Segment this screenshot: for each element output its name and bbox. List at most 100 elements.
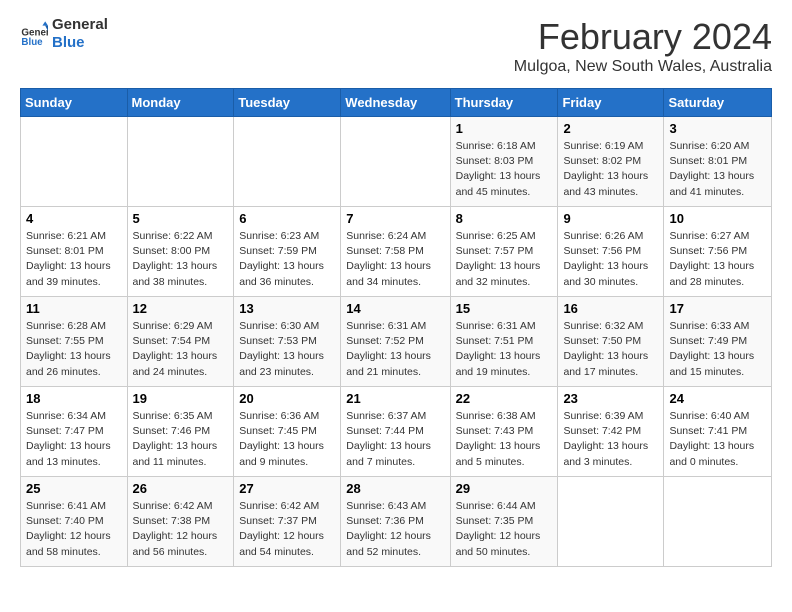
day-detail: Sunrise: 6:34 AM Sunset: 7:47 PM Dayligh…	[26, 409, 122, 470]
calendar-header-tuesday: Tuesday	[234, 89, 341, 117]
calendar-header-saturday: Saturday	[664, 89, 772, 117]
day-detail: Sunrise: 6:40 AM Sunset: 7:41 PM Dayligh…	[669, 409, 766, 470]
day-detail: Sunrise: 6:25 AM Sunset: 7:57 PM Dayligh…	[456, 229, 553, 290]
calendar-cell: 29Sunrise: 6:44 AM Sunset: 7:35 PM Dayli…	[450, 477, 558, 567]
day-detail: Sunrise: 6:36 AM Sunset: 7:45 PM Dayligh…	[239, 409, 335, 470]
day-number: 13	[239, 301, 335, 316]
calendar-header-sunday: Sunday	[21, 89, 128, 117]
day-number: 5	[133, 211, 229, 226]
calendar-header-wednesday: Wednesday	[341, 89, 450, 117]
calendar-cell: 5Sunrise: 6:22 AM Sunset: 8:00 PM Daylig…	[127, 207, 234, 297]
calendar-week-1: 1 Sunrise: 6:18 AM Sunset: 8:03 PM Daylig…	[21, 117, 772, 207]
calendar-table: SundayMondayTuesdayWednesdayThursdayFrid…	[20, 88, 772, 567]
day-number: 24	[669, 391, 766, 406]
page-title: February 2024	[514, 16, 772, 58]
day-detail: Sunrise: 6:43 AM Sunset: 7:36 PM Dayligh…	[346, 499, 444, 560]
calendar-week-2: 4 Sunrise: 6:21 AM Sunset: 8:01 PM Daylig…	[21, 207, 772, 297]
calendar-cell: 21 Sunrise: 6:37 AM Sunset: 7:44 PM Dayli…	[341, 387, 450, 477]
logo: General Blue General Blue	[20, 16, 108, 52]
calendar-cell	[664, 477, 772, 567]
day-detail: Sunrise: 6:20 AM Sunset: 8:01 PM Dayligh…	[669, 139, 766, 200]
calendar-cell: 24 Sunrise: 6:40 AM Sunset: 7:41 PM Dayli…	[664, 387, 772, 477]
calendar-cell: 22Sunrise: 6:38 AM Sunset: 7:43 PM Dayli…	[450, 387, 558, 477]
day-detail: Sunrise: 6:19 AM Sunset: 8:02 PM Dayligh…	[563, 139, 658, 200]
day-number: 16	[563, 301, 658, 316]
calendar-cell: 1 Sunrise: 6:18 AM Sunset: 8:03 PM Daylig…	[450, 117, 558, 207]
day-number: 8	[456, 211, 553, 226]
calendar-cell: 8 Sunrise: 6:25 AM Sunset: 7:57 PM Daylig…	[450, 207, 558, 297]
page-header: General Blue General Blue February 2024 …	[20, 16, 772, 76]
calendar-week-3: 11Sunrise: 6:28 AM Sunset: 7:55 PM Dayli…	[21, 297, 772, 387]
day-detail: Sunrise: 6:38 AM Sunset: 7:43 PM Dayligh…	[456, 409, 553, 470]
day-detail: Sunrise: 6:31 AM Sunset: 7:51 PM Dayligh…	[456, 319, 553, 380]
calendar-cell	[558, 477, 664, 567]
calendar-cell: 27Sunrise: 6:42 AM Sunset: 7:37 PM Dayli…	[234, 477, 341, 567]
day-detail: Sunrise: 6:27 AM Sunset: 7:56 PM Dayligh…	[669, 229, 766, 290]
calendar-cell: 4 Sunrise: 6:21 AM Sunset: 8:01 PM Daylig…	[21, 207, 128, 297]
logo-text-line1: General	[52, 16, 108, 34]
day-number: 19	[133, 391, 229, 406]
day-number: 4	[26, 211, 122, 226]
day-number: 20	[239, 391, 335, 406]
calendar-cell	[127, 117, 234, 207]
day-number: 3	[669, 121, 766, 136]
logo-text-line2: Blue	[52, 34, 108, 52]
day-number: 23	[563, 391, 658, 406]
day-detail: Sunrise: 6:23 AM Sunset: 7:59 PM Dayligh…	[239, 229, 335, 290]
day-number: 2	[563, 121, 658, 136]
calendar-header: SundayMondayTuesdayWednesdayThursdayFrid…	[21, 89, 772, 117]
day-detail: Sunrise: 6:42 AM Sunset: 7:37 PM Dayligh…	[239, 499, 335, 560]
day-detail: Sunrise: 6:21 AM Sunset: 8:01 PM Dayligh…	[26, 229, 122, 290]
day-number: 12	[133, 301, 229, 316]
calendar-cell: 13 Sunrise: 6:30 AM Sunset: 7:53 PM Dayli…	[234, 297, 341, 387]
calendar-cell: 2 Sunrise: 6:19 AM Sunset: 8:02 PM Daylig…	[558, 117, 664, 207]
calendar-cell: 3 Sunrise: 6:20 AM Sunset: 8:01 PM Daylig…	[664, 117, 772, 207]
calendar-body: 1 Sunrise: 6:18 AM Sunset: 8:03 PM Daylig…	[21, 117, 772, 567]
calendar-cell: 10 Sunrise: 6:27 AM Sunset: 7:56 PM Dayli…	[664, 207, 772, 297]
day-number: 10	[669, 211, 766, 226]
day-detail: Sunrise: 6:28 AM Sunset: 7:55 PM Dayligh…	[26, 319, 122, 380]
day-detail: Sunrise: 6:35 AM Sunset: 7:46 PM Dayligh…	[133, 409, 229, 470]
day-detail: Sunrise: 6:30 AM Sunset: 7:53 PM Dayligh…	[239, 319, 335, 380]
calendar-cell: 17Sunrise: 6:33 AM Sunset: 7:49 PM Dayli…	[664, 297, 772, 387]
calendar-cell	[341, 117, 450, 207]
calendar-cell: 15Sunrise: 6:31 AM Sunset: 7:51 PM Dayli…	[450, 297, 558, 387]
day-detail: Sunrise: 6:24 AM Sunset: 7:58 PM Dayligh…	[346, 229, 444, 290]
calendar-cell: 25 Sunrise: 6:41 AM Sunset: 7:40 PM Dayli…	[21, 477, 128, 567]
calendar-cell	[234, 117, 341, 207]
day-detail: Sunrise: 6:18 AM Sunset: 8:03 PM Dayligh…	[456, 139, 553, 200]
calendar-cell: 18 Sunrise: 6:34 AM Sunset: 7:47 PM Dayli…	[21, 387, 128, 477]
calendar-cell: 6 Sunrise: 6:23 AM Sunset: 7:59 PM Daylig…	[234, 207, 341, 297]
day-number: 9	[563, 211, 658, 226]
calendar-cell: 9Sunrise: 6:26 AM Sunset: 7:56 PM Daylig…	[558, 207, 664, 297]
day-detail: Sunrise: 6:39 AM Sunset: 7:42 PM Dayligh…	[563, 409, 658, 470]
calendar-header-friday: Friday	[558, 89, 664, 117]
day-number: 21	[346, 391, 444, 406]
day-detail: Sunrise: 6:42 AM Sunset: 7:38 PM Dayligh…	[133, 499, 229, 560]
svg-text:Blue: Blue	[21, 37, 43, 48]
logo-icon: General Blue	[20, 20, 48, 48]
day-number: 1	[456, 121, 553, 136]
day-detail: Sunrise: 6:37 AM Sunset: 7:44 PM Dayligh…	[346, 409, 444, 470]
day-number: 29	[456, 481, 553, 496]
calendar-cell	[21, 117, 128, 207]
calendar-cell: 11Sunrise: 6:28 AM Sunset: 7:55 PM Dayli…	[21, 297, 128, 387]
day-number: 25	[26, 481, 122, 496]
calendar-cell: 26 Sunrise: 6:42 AM Sunset: 7:38 PM Dayli…	[127, 477, 234, 567]
day-number: 26	[133, 481, 229, 496]
day-number: 6	[239, 211, 335, 226]
calendar-week-5: 25 Sunrise: 6:41 AM Sunset: 7:40 PM Dayli…	[21, 477, 772, 567]
calendar-cell: 7 Sunrise: 6:24 AM Sunset: 7:58 PM Daylig…	[341, 207, 450, 297]
day-detail: Sunrise: 6:41 AM Sunset: 7:40 PM Dayligh…	[26, 499, 122, 560]
day-detail: Sunrise: 6:31 AM Sunset: 7:52 PM Dayligh…	[346, 319, 444, 380]
day-detail: Sunrise: 6:29 AM Sunset: 7:54 PM Dayligh…	[133, 319, 229, 380]
calendar-header-monday: Monday	[127, 89, 234, 117]
day-number: 18	[26, 391, 122, 406]
day-number: 28	[346, 481, 444, 496]
calendar-cell: 20 Sunrise: 6:36 AM Sunset: 7:45 PM Dayli…	[234, 387, 341, 477]
day-number: 7	[346, 211, 444, 226]
day-number: 17	[669, 301, 766, 316]
calendar-cell: 28 Sunrise: 6:43 AM Sunset: 7:36 PM Dayli…	[341, 477, 450, 567]
calendar-cell: 16Sunrise: 6:32 AM Sunset: 7:50 PM Dayli…	[558, 297, 664, 387]
page-subtitle: Mulgoa, New South Wales, Australia	[514, 58, 772, 76]
